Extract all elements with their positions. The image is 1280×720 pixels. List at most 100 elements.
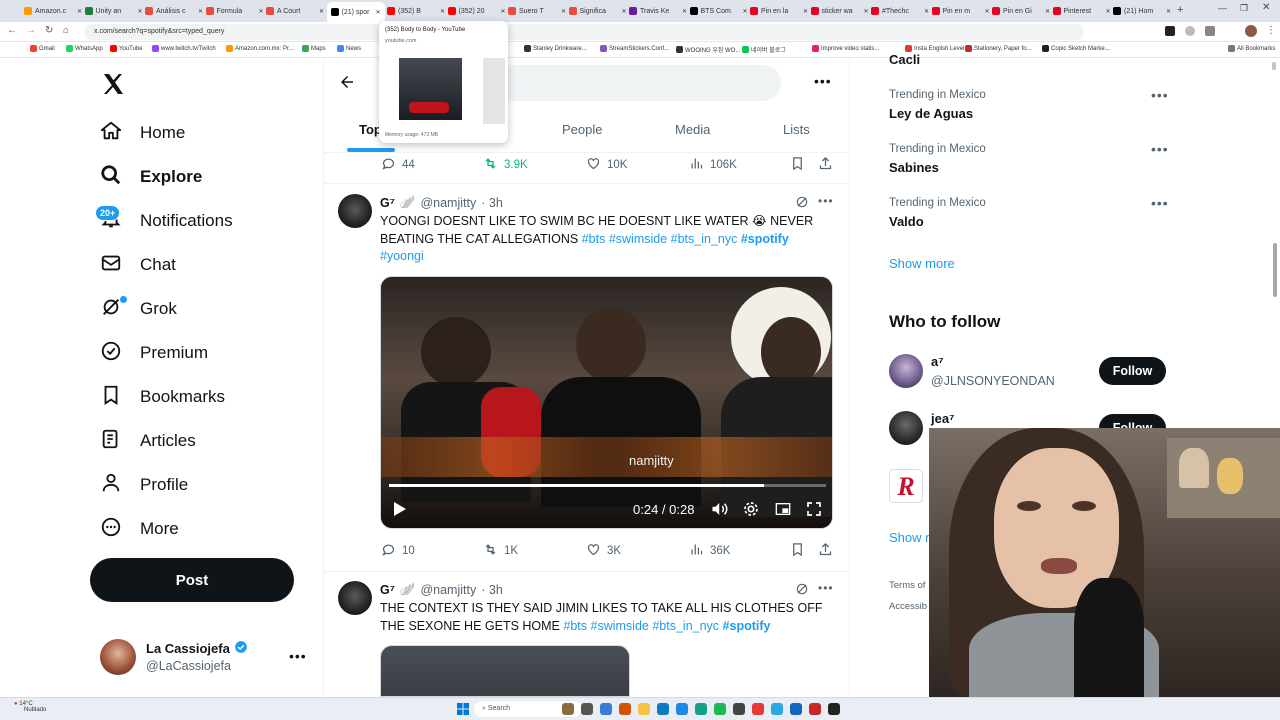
follow-button[interactable]: Follow [1099,357,1166,385]
taskbar-app-icon[interactable] [638,703,650,715]
taskbar-app-icon[interactable] [676,703,688,715]
trend-title[interactable]: Valdo [889,214,924,229]
play-icon[interactable] [393,501,407,522]
trend-title[interactable]: Cacli [889,52,920,67]
tab-close-icon[interactable]: ✕ [1045,8,1050,15]
taskbar-app-icon[interactable] [752,703,764,715]
reply-button[interactable]: 44 [381,156,415,174]
tab-close-icon[interactable]: ✕ [198,8,203,15]
browser-tab[interactable]: Significa ✕ [568,3,627,19]
browser-tab[interactable]: #Thechc ✕ [871,3,929,19]
grok-icon[interactable] [795,582,809,601]
browser-profile-avatar[interactable] [1245,25,1257,37]
tab-close-icon[interactable]: ✕ [682,8,687,15]
taskbar-app-icon[interactable] [809,703,821,715]
taskbar-app-icon[interactable] [733,703,745,715]
weather-widget[interactable]: ● 14°C Nublado [14,701,46,713]
tweet-media[interactable] [380,645,630,697]
nav-item-explore[interactable]: Explore [100,161,202,193]
bookmark-item[interactable]: Improve video statis... [812,45,879,52]
tweet-author-name[interactable]: G⁷ [380,196,395,210]
tab-close-icon[interactable]: ✕ [500,8,505,15]
browser-tab[interactable]: A Court ✕ [266,3,324,19]
tweet-more-icon[interactable]: ••• [818,581,834,595]
post-button[interactable]: Post [90,558,294,602]
footer-terms[interactable]: Terms of [889,580,925,591]
volume-icon[interactable] [711,501,729,522]
tab-close-icon[interactable]: ✕ [375,9,380,16]
nav-item-notifications[interactable]: Notifications [100,205,233,237]
taskbar-app-icon[interactable] [657,703,669,715]
follow-name[interactable]: a⁷ [931,354,944,369]
footer-accessibility[interactable]: Accessib [889,601,927,612]
scrollbar-arrow[interactable] [1272,62,1276,70]
scrollbar-thumb[interactable] [1273,243,1277,297]
tab-close-icon[interactable]: ✕ [621,8,626,15]
browser-tab[interactable]: (352) 20 ✕ [447,3,506,19]
tab-lists[interactable]: Lists [783,122,810,137]
hashtag[interactable]: #spotify [741,232,789,246]
show-more-trends[interactable]: Show more [889,256,955,271]
tab-close-icon[interactable]: ✕ [258,8,263,15]
extension-icon[interactable] [1185,26,1195,36]
taskbar-app-icon[interactable] [619,703,631,715]
taskbar-app-icon[interactable] [828,703,840,715]
hashtag[interactable]: #spotify [723,619,771,633]
reload-icon[interactable]: ↻ [45,25,53,36]
back-icon[interactable]: ← [7,25,17,36]
video-progress-track[interactable] [389,484,826,487]
new-tab-button[interactable]: + [1177,4,1183,16]
fullscreen-icon[interactable] [806,501,822,522]
x-logo-icon[interactable] [101,72,125,101]
bookmark-item[interactable]: Gmail [30,45,55,52]
taskbar-app-icon[interactable] [695,703,707,715]
account-more-icon[interactable]: ••• [289,648,307,664]
reply-button[interactable]: 10 [381,542,415,560]
nav-item-home[interactable]: Home [100,117,185,149]
tweet-author-name[interactable]: G⁷ [380,583,395,597]
nav-item-profile[interactable]: Profile [100,469,188,501]
bookmark-icon[interactable] [790,156,805,171]
trend-more-icon[interactable]: ••• [1151,87,1169,103]
bookmark-item[interactable]: Stationery, Paper fo... [965,45,1032,52]
browser-tab[interactable]: Suero T ✕ [508,3,566,19]
extension-icon[interactable] [1165,26,1175,36]
tab-close-icon[interactable]: ✕ [319,8,324,15]
tweet-handle[interactable]: @namjitty [420,196,476,210]
search-more-icon[interactable]: ••• [814,73,832,89]
bookmark-item[interactable]: Copic Sketch Marke... [1042,45,1110,52]
bookmark-item[interactable]: WOOING 우징 WO... [676,45,740,54]
browser-tab[interactable]: Travis Ke ✕ [629,3,687,19]
forward-icon[interactable]: → [26,25,36,36]
windows-start-icon[interactable] [457,702,469,715]
pip-icon[interactable] [775,501,791,522]
home-browser-icon[interactable]: ⌂ [63,25,69,36]
tweet-avatar[interactable] [338,194,372,228]
minimize-button[interactable]: — [1218,3,1227,13]
browser-tab[interactable]: Amazon.c ✕ [24,3,82,19]
tab-close-icon[interactable]: ✕ [77,8,82,15]
hashtag[interactable]: #bts_in_nyc [652,619,719,633]
trend-more-icon[interactable]: ••• [1151,141,1169,157]
settings-icon[interactable] [743,501,759,522]
tweet-handle[interactable]: @namjitty [420,583,476,597]
browser-tab[interactable]: (21) Hom ✕ [1113,3,1171,19]
close-window-button[interactable]: ✕ [1262,2,1270,13]
follow-avatar[interactable] [889,411,923,445]
nav-item-chat[interactable]: Chat [100,249,176,281]
tab-close-icon[interactable]: ✕ [137,8,142,15]
tab-close-icon[interactable]: ✕ [863,8,868,15]
account-name-row[interactable]: La Cassiojefa [146,640,248,657]
taskbar-app-icon[interactable] [714,703,726,715]
all-bookmarks[interactable]: All Bookmarks [1228,45,1275,52]
browser-tab[interactable]: BTS Com ✕ [689,3,748,19]
browser-tab[interactable]: Pin en Gi ✕ [992,3,1050,19]
retweet-button[interactable]: 3.9K [483,156,528,174]
tab-media[interactable]: Media [675,122,710,137]
bookmark-item[interactable]: Stanley Drinkware... [524,45,587,52]
bookmark-item[interactable]: www.twitch.tv/Twitch [152,45,216,52]
bookmark-item[interactable]: Amazon.com.mx: Pr... [226,45,294,52]
extension-icon[interactable] [1205,26,1215,36]
hashtag[interactable]: #yoongi [380,249,424,263]
browser-menu-icon[interactable]: ⋮ [1266,25,1276,36]
